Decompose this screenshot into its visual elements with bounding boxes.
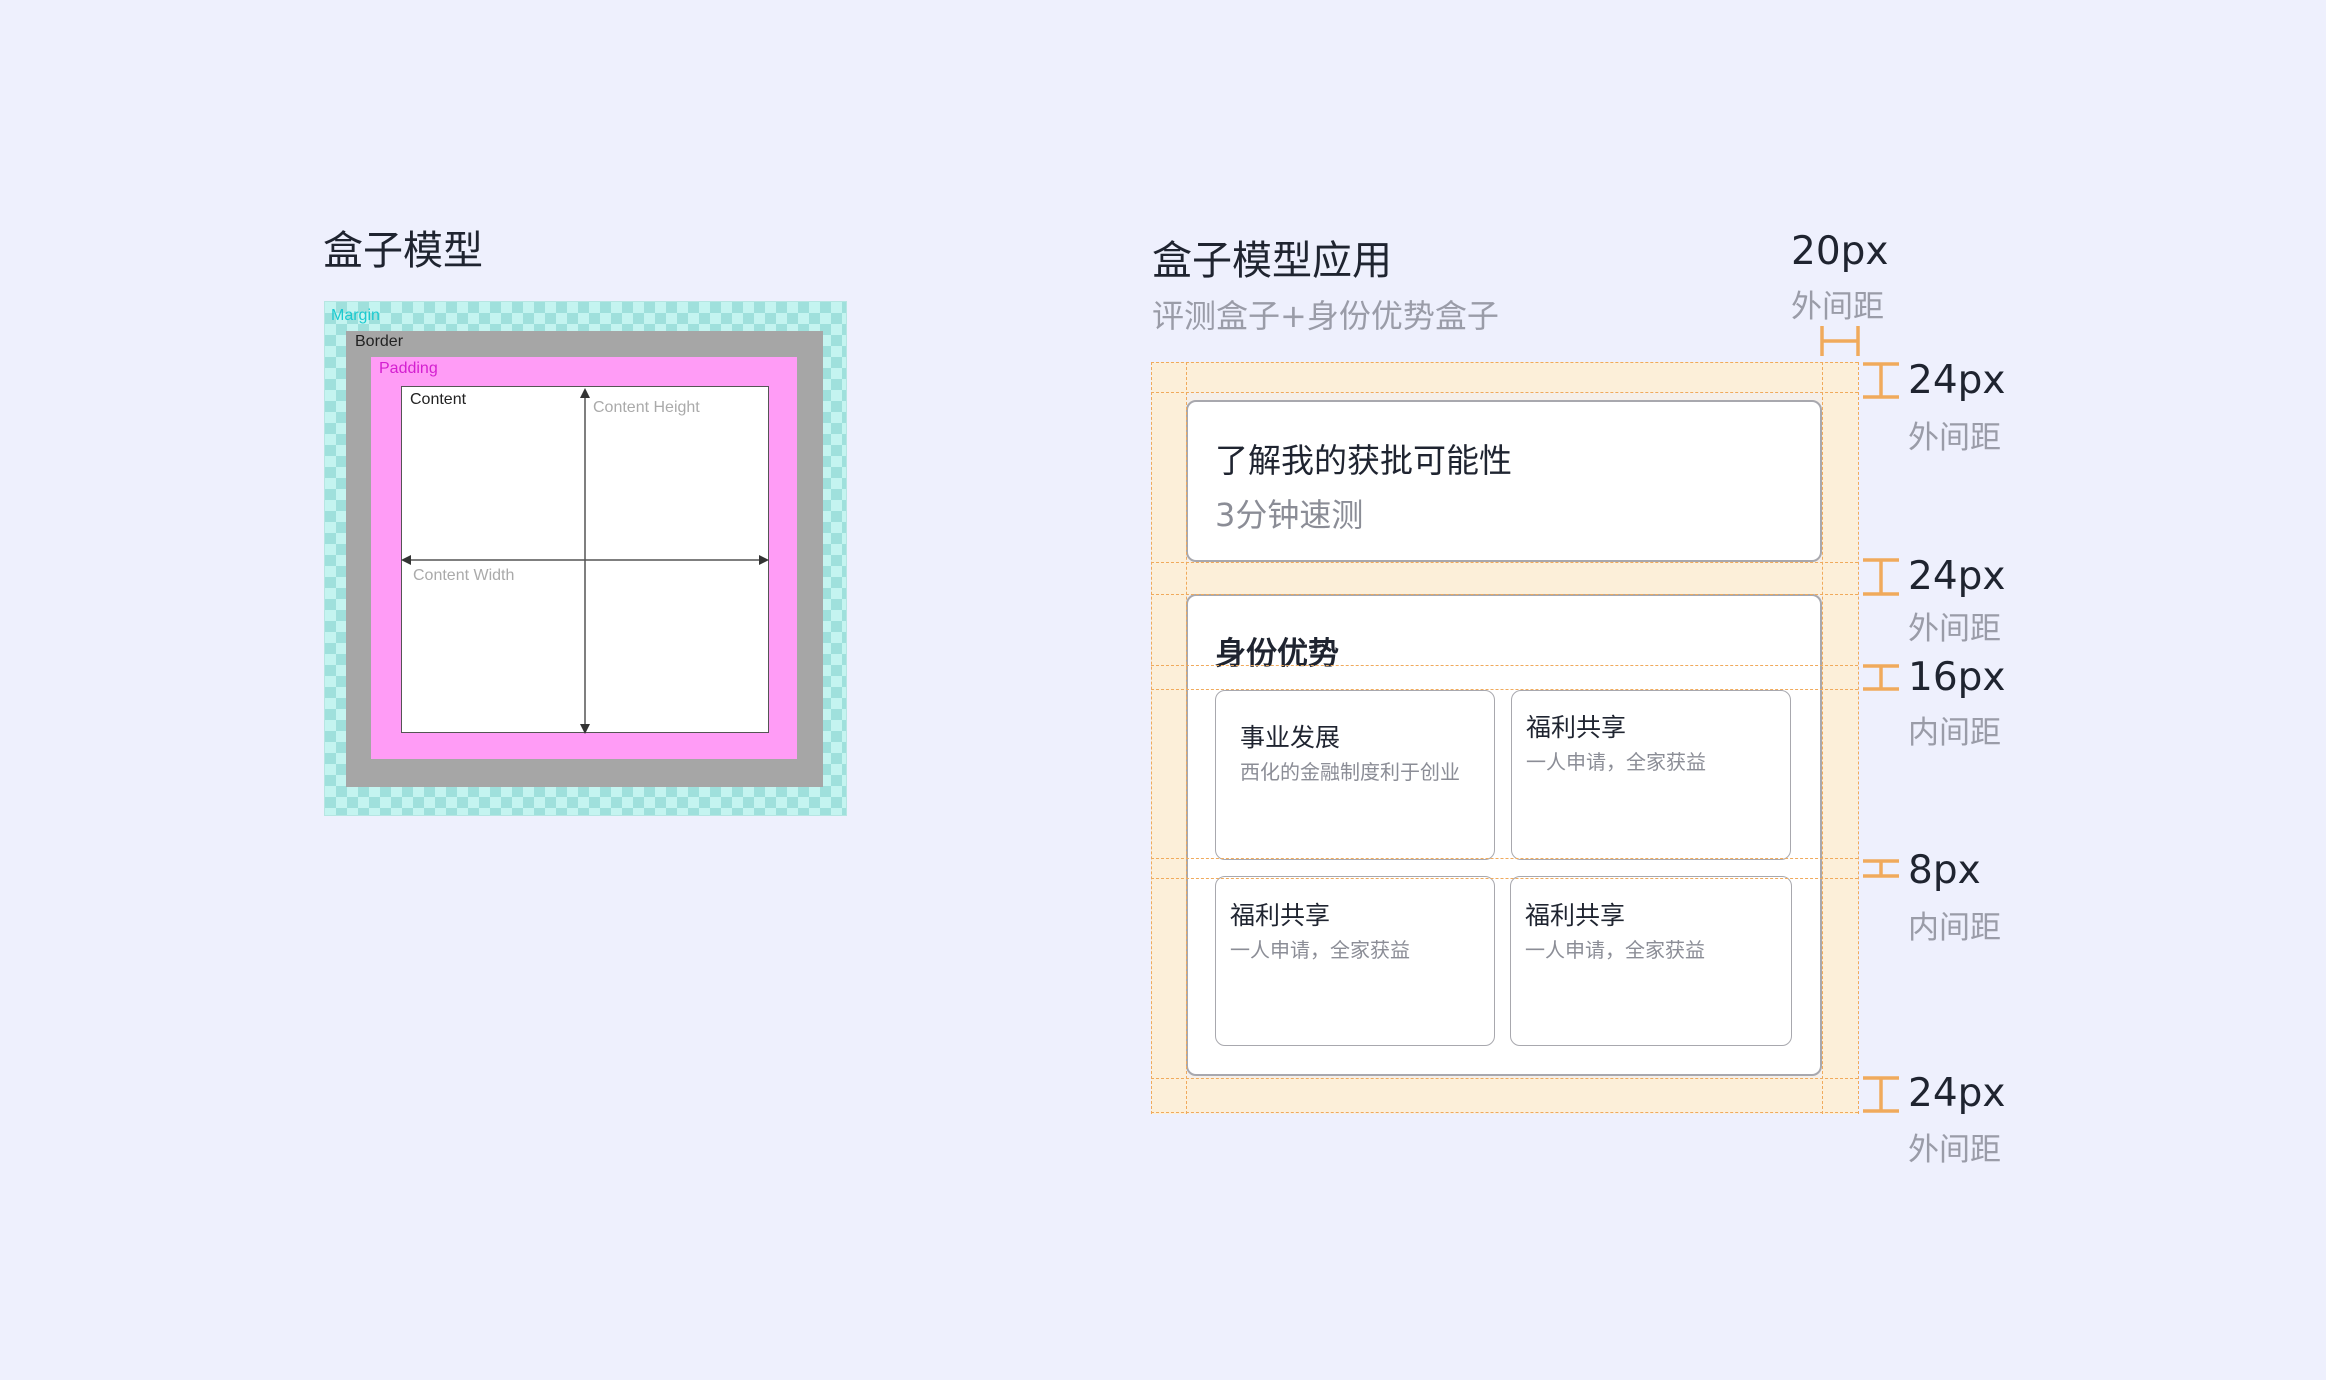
- dimension-value-5: 8px: [1908, 848, 1981, 893]
- dimension-value-6: 24px: [1908, 1071, 2006, 1116]
- dimension-label-1: 外间距: [1791, 289, 1884, 325]
- dimension-label-4: 内间距: [1908, 715, 2001, 751]
- dimension-label-5: 内间距: [1908, 910, 2001, 946]
- dimension-value-3: 24px: [1908, 554, 2006, 599]
- dimension-value-1: 20px: [1791, 229, 1889, 274]
- dimension-value-4: 16px: [1908, 655, 2006, 700]
- dimension-label-6: 外间距: [1908, 1132, 2001, 1168]
- dimension-value-2: 24px: [1908, 358, 2006, 403]
- dimension-label-3: 外间距: [1908, 611, 2001, 647]
- dimension-label-2: 外间距: [1908, 420, 2001, 456]
